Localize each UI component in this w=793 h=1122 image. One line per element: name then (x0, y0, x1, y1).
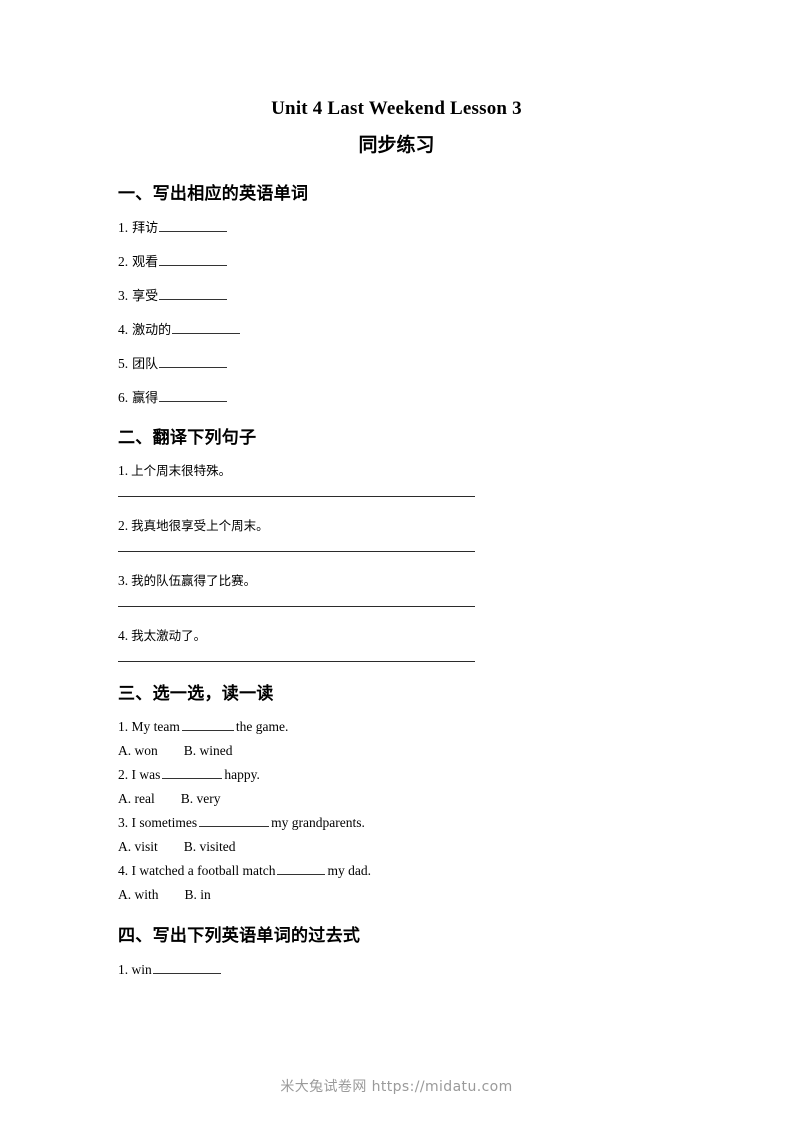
item-number: 2. (118, 518, 129, 533)
question-text: 4. I watched a football match my dad. (118, 863, 678, 879)
item-number: 3. (118, 573, 129, 588)
list-item: 3. 享受 (118, 287, 678, 305)
item-number: 2. (118, 254, 129, 269)
list-item: 2. I was happy. A. real B. very (118, 767, 678, 807)
option-b[interactable]: B. wined (184, 743, 233, 758)
question-prefix: 3. I sometimes (118, 815, 198, 830)
question-prefix: 4. I watched a football match (118, 863, 276, 878)
item-word: 享受 (132, 289, 159, 304)
item-number: 1. (118, 463, 129, 478)
answer-line[interactable] (118, 606, 475, 607)
question-text: 3. I sometimes my grandparents. (118, 815, 678, 831)
item-word: 赢得 (132, 391, 159, 406)
sentence-text: 我真地很享受上个周末。 (131, 518, 269, 533)
question-suffix: my grandparents. (271, 815, 365, 830)
footer-watermark: 米大兔试卷网 https://midatu.com (280, 1079, 513, 1095)
question-text: 2. I was happy. (118, 767, 678, 783)
option-a[interactable]: A. won (118, 743, 158, 758)
question-suffix: happy. (224, 767, 260, 782)
answer-blank[interactable] (199, 815, 270, 827)
answer-line[interactable] (118, 496, 475, 497)
list-item: 2. 观看 (118, 253, 678, 271)
section-heading-1: 一、写出相应的英语单词 (118, 184, 309, 204)
list-item: 1. 拜访 (118, 219, 678, 237)
translation-sentence: 2. 我真地很享受上个周末。 (118, 518, 678, 534)
list-item: 4. 激动的 (118, 321, 678, 339)
page-subtitle: 同步练习 (358, 134, 435, 156)
answer-line[interactable] (118, 661, 475, 662)
answer-blank[interactable] (162, 767, 223, 779)
item-number: 1. (118, 962, 129, 977)
answer-blank[interactable] (277, 863, 326, 875)
section-translation: 二、翻译下列句子 1. 上个周末很特殊。 2. 我真地很享受上个周末。 3. 我的队伍… (118, 427, 678, 662)
item-word: 团队 (132, 357, 159, 372)
vocabulary-list: 1. 拜访 2. 观看 3. 享受 4. 激动的 5. 团队 6. 赢得 (118, 219, 678, 407)
page-title: Unit 4 Last Weekend Lesson 3 (271, 98, 522, 119)
list-item: 1. win (118, 961, 678, 978)
section-past-tense: 四、写出下列英语单词的过去式 1. win (118, 925, 678, 978)
answer-line[interactable] (118, 551, 475, 552)
item-number: 4. (118, 322, 129, 337)
item-word: 拜访 (132, 221, 159, 236)
translation-sentence: 3. 我的队伍赢得了比赛。 (118, 573, 678, 589)
item-number: 1. (118, 220, 129, 235)
list-item: 2. 我真地很享受上个周末。 (118, 518, 678, 552)
option-b[interactable]: B. very (181, 791, 221, 806)
section-heading-4: 四、写出下列英语单词的过去式 (118, 926, 361, 946)
sentence-text: 我的队伍赢得了比赛。 (131, 573, 257, 588)
answer-blank[interactable] (159, 253, 228, 266)
list-item: 3. I sometimes my grandparents. A. visit B… (118, 815, 678, 855)
option-a[interactable]: A. real (118, 791, 155, 806)
section-multiple-choice: 三、选一选，读一读 1. My team the game. A. won B. w… (118, 683, 678, 903)
option-b[interactable]: B. in (185, 887, 211, 902)
list-item: 1. 上个周末很特殊。 (118, 463, 678, 497)
answer-blank[interactable] (159, 389, 228, 402)
item-number: 5. (118, 356, 129, 371)
list-item: 3. 我的队伍赢得了比赛。 (118, 573, 678, 607)
item-word: win (131, 962, 152, 977)
item-word: 激动的 (132, 323, 172, 338)
list-item: 1. My team the game. A. won B. wined (118, 719, 678, 759)
section-vocabulary: 一、写出相应的英语单词 1. 拜访 2. 观看 3. 享受 4. 激动的 5. 团队 (118, 183, 678, 407)
answer-blank[interactable] (152, 961, 221, 974)
item-number: 3. (118, 288, 129, 303)
option-row: A. won B. wined (118, 743, 678, 759)
translation-sentence: 4. 我太激动了。 (118, 628, 678, 644)
option-a[interactable]: A. visit (118, 839, 158, 854)
option-row: A. visit B. visited (118, 839, 678, 855)
option-b[interactable]: B. visited (184, 839, 236, 854)
section-heading-2: 二、翻译下列句子 (118, 428, 257, 448)
sentence-text: 我太激动了。 (131, 628, 207, 643)
translation-sentence: 1. 上个周末很特殊。 (118, 463, 678, 479)
list-item: 5. 团队 (118, 355, 678, 373)
list-item: 4. I watched a football match my dad. A. … (118, 863, 678, 903)
answer-blank[interactable] (159, 219, 228, 232)
worksheet-content: 一、写出相应的英语单词 1. 拜访 2. 观看 3. 享受 4. 激动的 5. 团队 (118, 183, 678, 992)
option-row: A. real B. very (118, 791, 678, 807)
answer-blank[interactable] (159, 355, 228, 368)
answer-blank[interactable] (159, 287, 228, 300)
question-prefix: 2. I was (118, 767, 161, 782)
item-word: 观看 (132, 255, 159, 270)
question-suffix: the game. (235, 719, 289, 734)
answer-blank[interactable] (181, 719, 234, 731)
question-text: 1. My team the game. (118, 719, 678, 735)
list-item: 6. 赢得 (118, 389, 678, 407)
option-row: A. with B. in (118, 887, 678, 903)
item-number: 4. (118, 628, 129, 643)
question-suffix: my dad. (327, 863, 371, 878)
list-item: 4. 我太激动了。 (118, 628, 678, 662)
item-number: 6. (118, 390, 129, 405)
answer-blank[interactable] (172, 321, 241, 334)
option-a[interactable]: A. with (118, 887, 159, 902)
section-heading-3: 三、选一选，读一读 (118, 684, 274, 704)
sentence-text: 上个周末很特殊。 (131, 463, 232, 478)
worksheet-page: Unit 4 Last Weekend Lesson 3 同步练习 一、写出相应… (0, 0, 793, 1122)
question-prefix: 1. My team (118, 719, 180, 734)
